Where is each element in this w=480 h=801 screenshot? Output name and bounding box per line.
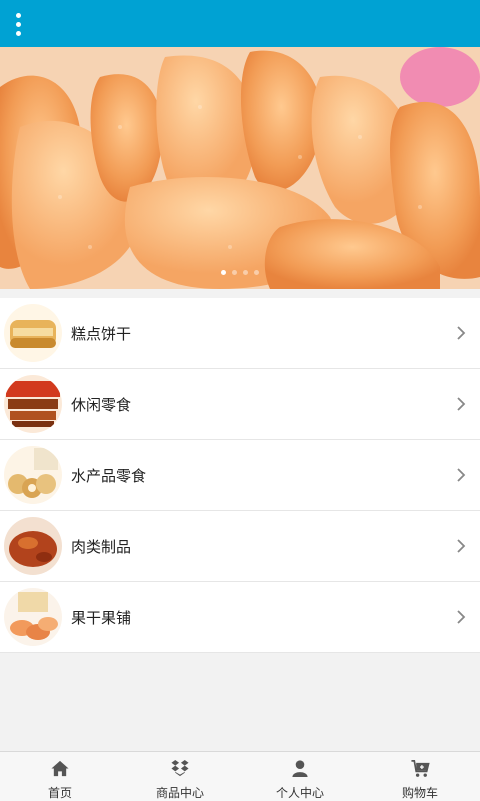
carousel-dot[interactable] [232,270,237,275]
chevron-right-icon [457,610,466,624]
carousel-dot[interactable] [243,270,248,275]
category-row-pastry[interactable]: 糕点饼干 [0,298,480,369]
cart-icon [411,760,430,777]
carousel-dot[interactable] [221,270,226,275]
nav-profile[interactable]: 个人中心 [240,752,360,801]
category-label: 水产品零食 [71,466,147,485]
user-icon [292,760,308,778]
nav-label: 首页 [47,786,72,800]
bottom-navigation: 首页 商品中心 个人中心 购物车 [0,751,480,801]
category-row-seafood[interactable]: 水产品零食 [0,440,480,511]
snack-thumbnail [4,375,62,433]
banner-image [0,47,480,289]
more-vertical-icon[interactable] [8,8,28,40]
category-label: 休闲零食 [71,395,132,414]
category-row-snacks[interactable]: 休闲零食 [0,369,480,440]
nav-label: 个人中心 [275,786,324,800]
seafood-thumbnail [4,446,62,504]
nav-products[interactable]: 商品中心 [120,752,240,801]
home-icon [51,760,69,777]
banner-carousel[interactable] [0,47,480,289]
pastry-thumbnail [4,304,62,362]
chevron-right-icon [457,397,466,411]
carousel-indicator [0,270,480,275]
category-label: 糕点饼干 [71,324,132,343]
category-list: 糕点饼干 休闲零食 水产品零食 肉类制品 果干果铺 [0,298,480,653]
top-bar [0,0,480,47]
chevron-right-icon [457,326,466,340]
nav-label: 购物车 [401,786,438,800]
chevron-right-icon [457,539,466,553]
nav-cart[interactable]: 购物车 [360,752,480,801]
meat-thumbnail [4,517,62,575]
category-row-meat[interactable]: 肉类制品 [0,511,480,582]
nav-home[interactable]: 首页 [0,752,120,801]
dried-fruit-thumbnail [4,588,62,646]
dropbox-icon [171,759,189,777]
nav-label: 商品中心 [155,786,204,800]
chevron-right-icon [457,468,466,482]
category-label: 果干果铺 [71,608,132,627]
carousel-dot[interactable] [254,270,259,275]
category-label: 肉类制品 [71,537,132,556]
category-row-dried-fruit[interactable]: 果干果铺 [0,582,480,653]
